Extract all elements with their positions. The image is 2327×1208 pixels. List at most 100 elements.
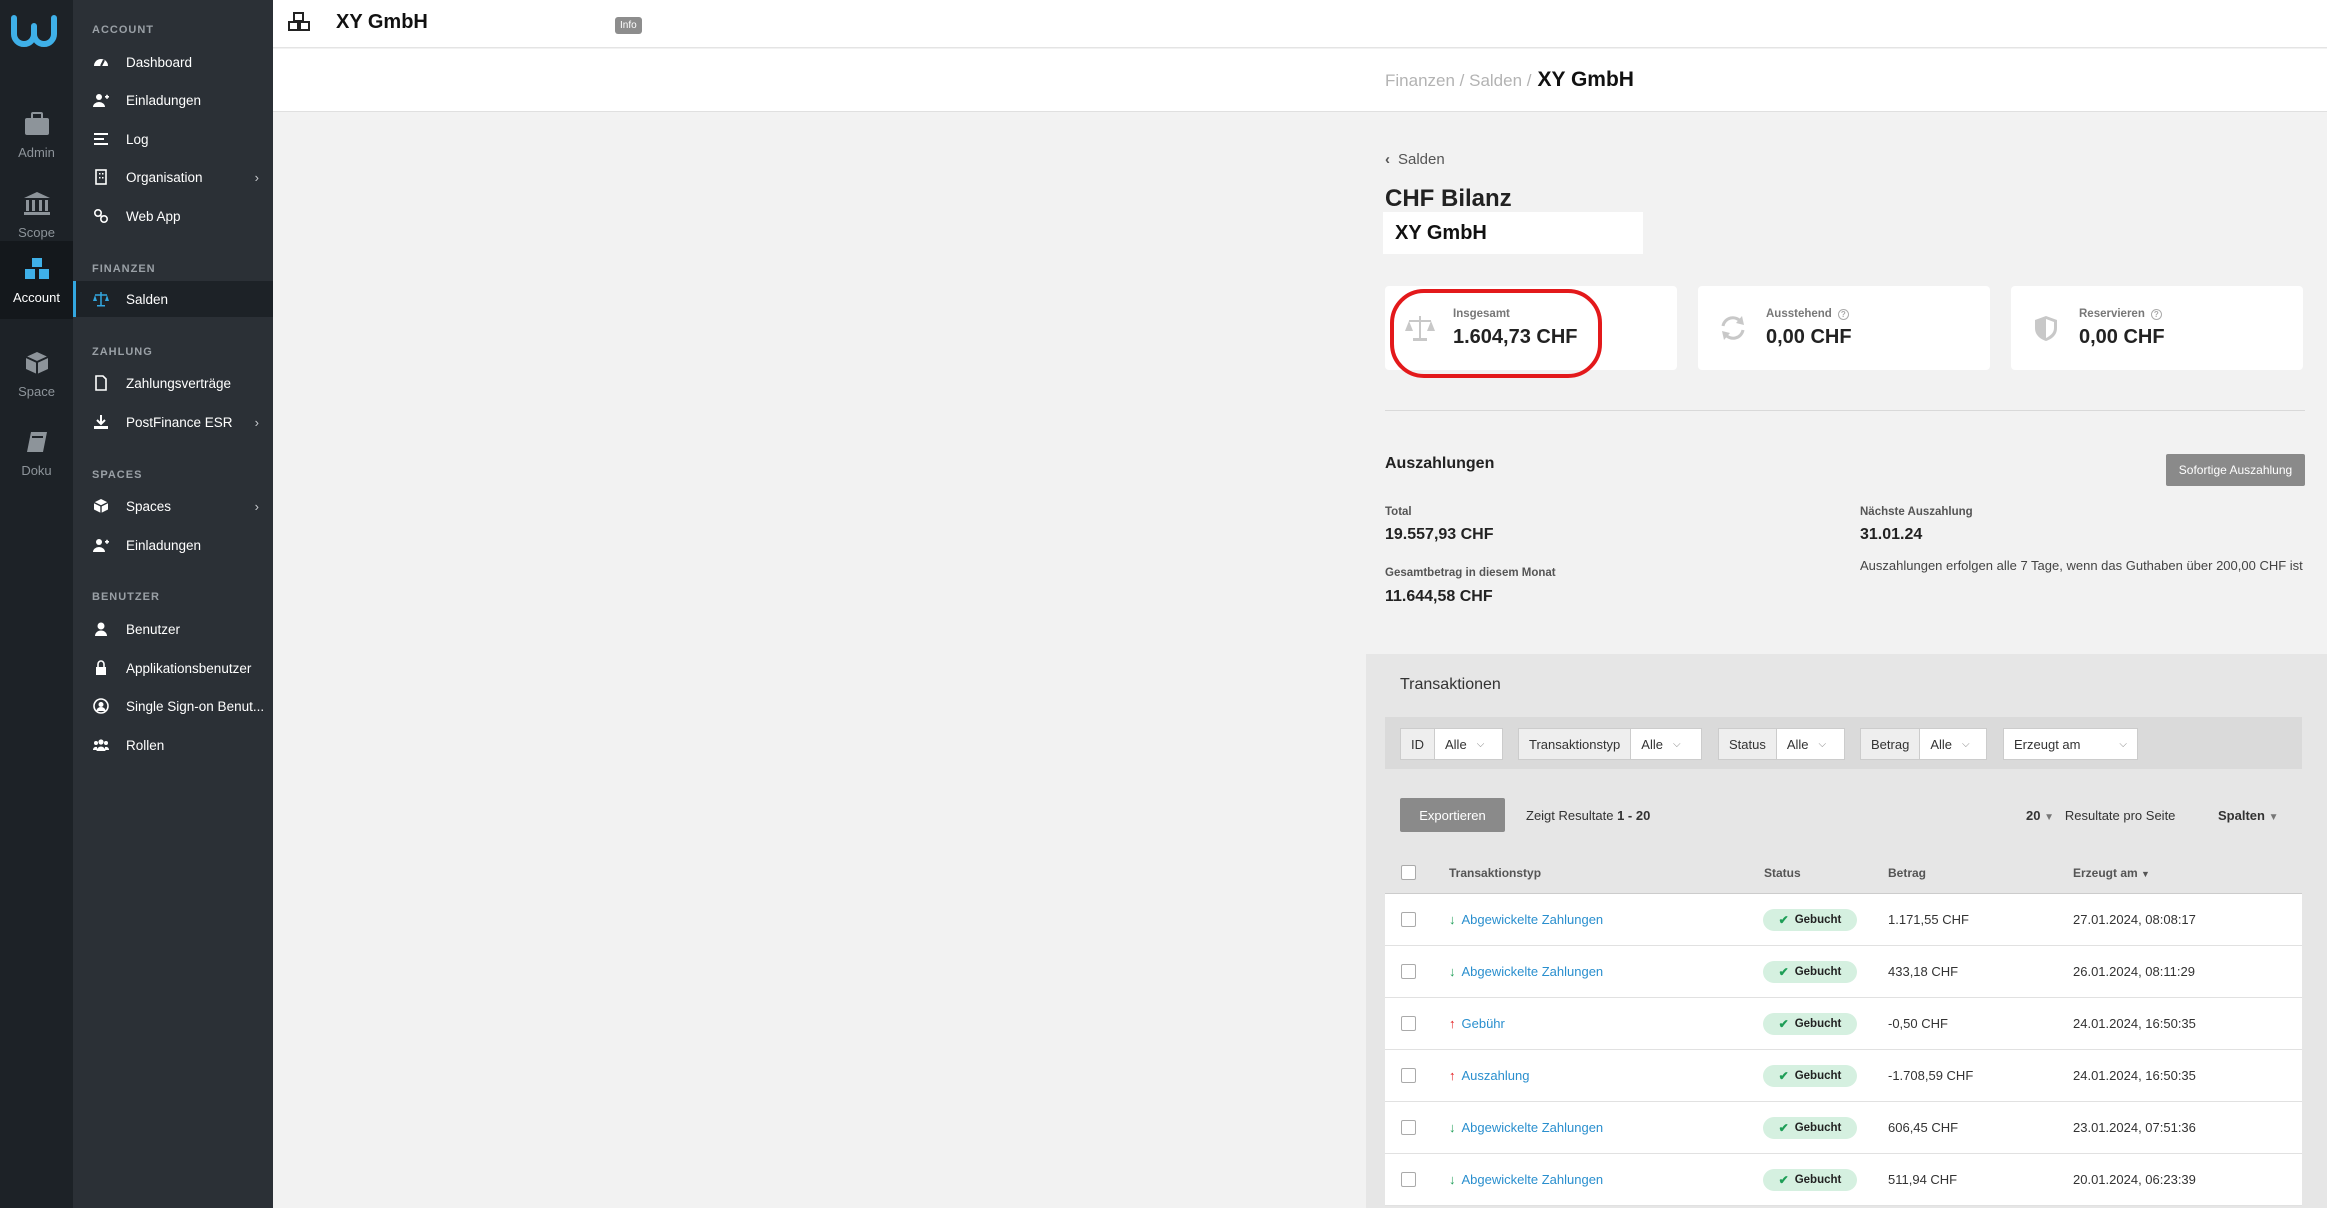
- sidebar-item-applikationsbenutzer[interactable]: Applikationsbenutzer: [73, 650, 273, 686]
- export-button[interactable]: Exportieren: [1400, 798, 1505, 832]
- per-page-select[interactable]: 20 ▼: [2026, 808, 2054, 823]
- transaction-type-link[interactable]: ↓ Abgewickelte Zahlungen: [1449, 912, 1603, 927]
- status-badge: ✔ Gebucht: [1763, 909, 1857, 931]
- row-checkbox[interactable]: [1401, 1068, 1416, 1083]
- page-title: CHF Bilanz: [1385, 185, 1512, 212]
- table-row[interactable]: ↓ Abgewickelte Zahlungen ✔ Gebucht 606,45 CH…: [1385, 1102, 2302, 1154]
- help-icon[interactable]: ?: [1837, 309, 1849, 320]
- transaction-type: Abgewickelte Zahlungen: [1461, 964, 1604, 979]
- info-badge[interactable]: Info: [615, 17, 642, 34]
- breadcrumb-path[interactable]: Finanzen / Salden /: [1385, 71, 1531, 90]
- check-icon: ✔: [1778, 965, 1789, 979]
- sidebar-item-benutzer[interactable]: Benutzer: [73, 611, 273, 647]
- table-row[interactable]: ↓ Abgewickelte Zahlungen ✔ Gebucht 1.171,55 …: [1385, 894, 2302, 946]
- rail-item-admin[interactable]: Admin: [0, 96, 73, 174]
- filter-value: Alle: [1641, 737, 1663, 752]
- sidebar-item-space-einladungen[interactable]: Einladungen: [73, 527, 273, 563]
- sidebar-item-label: Zahlungsverträge: [126, 375, 232, 391]
- sidebar-item-zahlungsvertraege[interactable]: Zahlungsverträge: [73, 365, 273, 401]
- table-row[interactable]: ↓ Abgewickelte Zahlungen ✔ Gebucht 511,94 CH…: [1385, 1154, 2302, 1206]
- sidebar-item-salden[interactable]: Salden: [73, 281, 273, 317]
- table-row[interactable]: ↑ Auszahlung ✔ Gebucht -1.708,59 CHF 24.01.20…: [1385, 1050, 2302, 1102]
- filter-transaktionstyp[interactable]: Transaktionstyp Alle ⌵: [1518, 728, 1702, 760]
- briefcase-icon: [24, 111, 49, 135]
- filter-value: Alle: [1930, 737, 1952, 752]
- filter-select[interactable]: Alle ⌵: [1435, 729, 1494, 759]
- scale-icon: [92, 291, 109, 308]
- table-row[interactable]: ↑ Gebühr ✔ Gebucht -0,50 CHF 24.01.2024, 16:5…: [1385, 998, 2302, 1050]
- column-header-label: Erzeugt am: [2073, 866, 2138, 880]
- sidebar-item-einladungen[interactable]: Einladungen: [73, 82, 273, 118]
- amount-cell: 1.171,55 CHF: [1888, 912, 1969, 927]
- sidebar-item-postfinance-esr[interactable]: PostFinance ESR ›: [73, 404, 273, 440]
- amount-cell: -0,50 CHF: [1888, 1016, 1948, 1031]
- rail-item-account[interactable]: Account: [0, 241, 73, 319]
- user-plus-icon: [92, 537, 109, 554]
- status-text: Gebucht: [1794, 1174, 1842, 1186]
- row-checkbox[interactable]: [1401, 1172, 1416, 1187]
- column-header-status[interactable]: Status: [1764, 866, 1801, 880]
- columns-dropdown[interactable]: Spalten ▼: [2218, 808, 2279, 823]
- instant-payout-button[interactable]: Sofortige Auszahlung: [2166, 454, 2305, 486]
- sidebar-item-label: Einladungen: [126, 537, 202, 553]
- sidebar-item-web-app[interactable]: Web App: [73, 198, 273, 234]
- filter-select[interactable]: Alle ⌵: [1920, 729, 1979, 759]
- sidebar-item-organisation[interactable]: Organisation ›: [73, 159, 273, 195]
- per-page-value: 20: [2026, 808, 2041, 823]
- select-all-checkbox[interactable]: [1401, 865, 1416, 880]
- status-badge: ✔ Gebucht: [1763, 1013, 1857, 1035]
- status-badge: ✔ Gebucht: [1763, 1169, 1857, 1191]
- sort-desc-icon: ▼: [2141, 869, 2150, 879]
- column-header-amount[interactable]: Betrag: [1888, 866, 1926, 880]
- scale-icon: [1405, 316, 1435, 341]
- help-icon[interactable]: ?: [2150, 309, 2162, 320]
- filter-select[interactable]: Alle ⌵: [1777, 729, 1836, 759]
- rail-item-space[interactable]: Space: [0, 335, 73, 413]
- results-info: Zeigt Resultate 1 - 20: [1526, 808, 1650, 823]
- filter-select[interactable]: ⌵: [2109, 729, 2137, 759]
- row-checkbox[interactable]: [1401, 1016, 1416, 1031]
- org-label: XY GmbH: [1383, 212, 1643, 254]
- users-icon: [92, 737, 109, 754]
- sidebar-item-rollen[interactable]: Rollen: [73, 727, 273, 763]
- chevron-right-icon: ›: [254, 415, 259, 430]
- sidebar-item-label: Single Sign-on Benut...: [126, 698, 265, 714]
- logo-icon: [10, 15, 57, 47]
- rail-item-doku[interactable]: Doku: [0, 414, 73, 492]
- sidebar-item-single-sign-on[interactable]: Single Sign-on Benut...: [73, 688, 273, 724]
- row-checkbox[interactable]: [1401, 1120, 1416, 1135]
- filter-id[interactable]: ID Alle ⌵: [1400, 728, 1503, 760]
- payout-total-label: Total: [1385, 506, 1412, 518]
- transaction-type-link[interactable]: ↓ Abgewickelte Zahlungen: [1449, 1120, 1603, 1135]
- row-checkbox[interactable]: [1401, 964, 1416, 979]
- sidebar-item-dashboard[interactable]: Dashboard: [73, 44, 273, 80]
- column-header-type[interactable]: Transaktionstyp: [1449, 866, 1541, 880]
- columns-label: Spalten: [2218, 808, 2265, 823]
- transaction-type: Abgewickelte Zahlungen: [1461, 912, 1604, 927]
- row-checkbox[interactable]: [1401, 912, 1416, 927]
- cubes-icon: [288, 12, 310, 31]
- card-value: 0,00 CHF: [1766, 326, 1852, 348]
- arrow-down-icon: ↓: [1449, 964, 1456, 979]
- chevron-left-icon: ‹: [1385, 151, 1390, 168]
- transaction-type-link[interactable]: ↑ Gebühr: [1449, 1016, 1505, 1031]
- sidebar-item-log[interactable]: Log: [73, 121, 273, 157]
- brand-logo[interactable]: [0, 14, 73, 60]
- column-header-created[interactable]: Erzeugt am ▼: [2073, 866, 2150, 880]
- sidebar: ACCOUNT Dashboard Einladungen Log Organi…: [73, 0, 273, 1208]
- filter-status[interactable]: Status Alle ⌵: [1718, 728, 1845, 760]
- transactions-table: Transaktionstyp Status Betrag Erzeugt am…: [1385, 852, 2302, 1206]
- back-link[interactable]: ‹ Salden: [1385, 151, 1445, 168]
- filter-erzeugt-am[interactable]: Erzeugt am ⌵: [2003, 728, 2138, 760]
- org-name[interactable]: XY GmbH: [336, 11, 428, 34]
- sidebar-item-spaces[interactable]: Spaces ›: [73, 488, 273, 524]
- bank-icon: [23, 191, 50, 215]
- transaction-type-link[interactable]: ↓ Abgewickelte Zahlungen: [1449, 1172, 1603, 1187]
- table-row[interactable]: ↓ Abgewickelte Zahlungen ✔ Gebucht 433,18 CH…: [1385, 946, 2302, 998]
- transaction-type-link[interactable]: ↓ Abgewickelte Zahlungen: [1449, 964, 1603, 979]
- transaction-type-link[interactable]: ↑ Auszahlung: [1449, 1068, 1529, 1083]
- filter-select[interactable]: Alle ⌵: [1631, 729, 1690, 759]
- card-value: 1.604,73 CHF: [1453, 326, 1578, 348]
- filter-betrag[interactable]: Betrag Alle ⌵: [1860, 728, 1987, 760]
- status-badge: ✔ Gebucht: [1763, 1117, 1857, 1139]
